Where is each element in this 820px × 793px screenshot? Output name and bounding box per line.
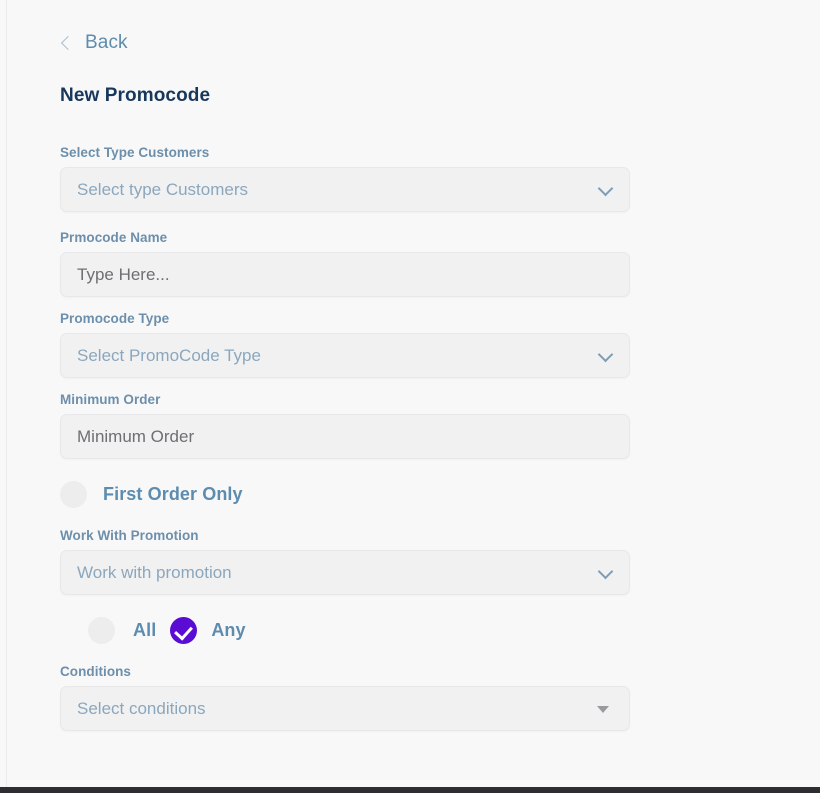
back-link-label: Back — [85, 32, 128, 53]
match-mode-all-radio[interactable] — [88, 617, 115, 644]
minimum-order-placeholder: Minimum Order — [77, 426, 195, 446]
first-order-only-label: First Order Only — [103, 484, 243, 504]
field-label-select-type-customers: Select Type Customers — [60, 145, 210, 160]
select-type-customers-value: Select type Customers — [77, 179, 249, 199]
field-label-minimum-order: Minimum Order — [60, 392, 161, 407]
match-mode-any-label: Any — [211, 620, 246, 640]
page-title: New Promocode — [60, 85, 211, 106]
chevron-down-icon — [597, 346, 614, 362]
field-promocode-name: Prmocode Name Type Here... — [60, 230, 820, 297]
match-mode-any-radio[interactable] — [170, 617, 198, 644]
field-select-type-customers: Select Type Customers Select type Custom… — [60, 145, 820, 212]
select-type-customers[interactable]: Select type Customers — [60, 167, 630, 212]
field-label-promocode-name: Prmocode Name — [60, 230, 168, 245]
promocode-name-placeholder: Type Here... — [77, 264, 170, 284]
field-minimum-order: Minimum Order Minimum Order — [60, 392, 820, 459]
field-label-promocode-type: Promocode Type — [60, 311, 170, 326]
back-link[interactable]: Back — [60, 30, 150, 56]
bottom-bar — [0, 787, 820, 793]
new-promocode-page: Back New Promocode Select Type Customers… — [0, 0, 820, 787]
select-promocode-type[interactable]: Select PromoCode Type — [60, 333, 630, 378]
select-promocode-type-value: Select PromoCode Type — [77, 345, 261, 365]
field-conditions: Conditions Select conditions — [60, 664, 820, 731]
field-label-work-with-promotion: Work With Promotion — [60, 528, 199, 543]
select-conditions[interactable]: Select conditions — [60, 686, 630, 731]
first-order-only-radio[interactable] — [60, 481, 87, 508]
first-order-only-row[interactable]: First Order Only — [60, 481, 820, 508]
select-work-with-promotion[interactable]: Work with promotion — [60, 550, 630, 595]
field-promocode-type: Promocode Type Select PromoCode Type — [60, 311, 820, 378]
chevron-down-icon — [597, 180, 614, 196]
promocode-name-input[interactable]: Type Here... — [60, 252, 630, 297]
select-conditions-value: Select conditions — [77, 698, 206, 718]
chevron-down-icon — [597, 563, 614, 579]
triangle-down-icon — [597, 705, 609, 713]
field-label-conditions: Conditions — [60, 664, 131, 679]
promocode-form: Select Type Customers Select type Custom… — [60, 145, 820, 731]
minimum-order-input[interactable]: Minimum Order — [60, 414, 630, 459]
match-mode-row: All Any — [88, 617, 820, 644]
field-work-with-promotion: Work With Promotion Work with promotion — [60, 528, 820, 595]
select-work-with-promotion-value: Work with promotion — [77, 562, 232, 582]
chevron-left-icon — [60, 35, 76, 51]
match-mode-all-label: All — [133, 620, 157, 640]
